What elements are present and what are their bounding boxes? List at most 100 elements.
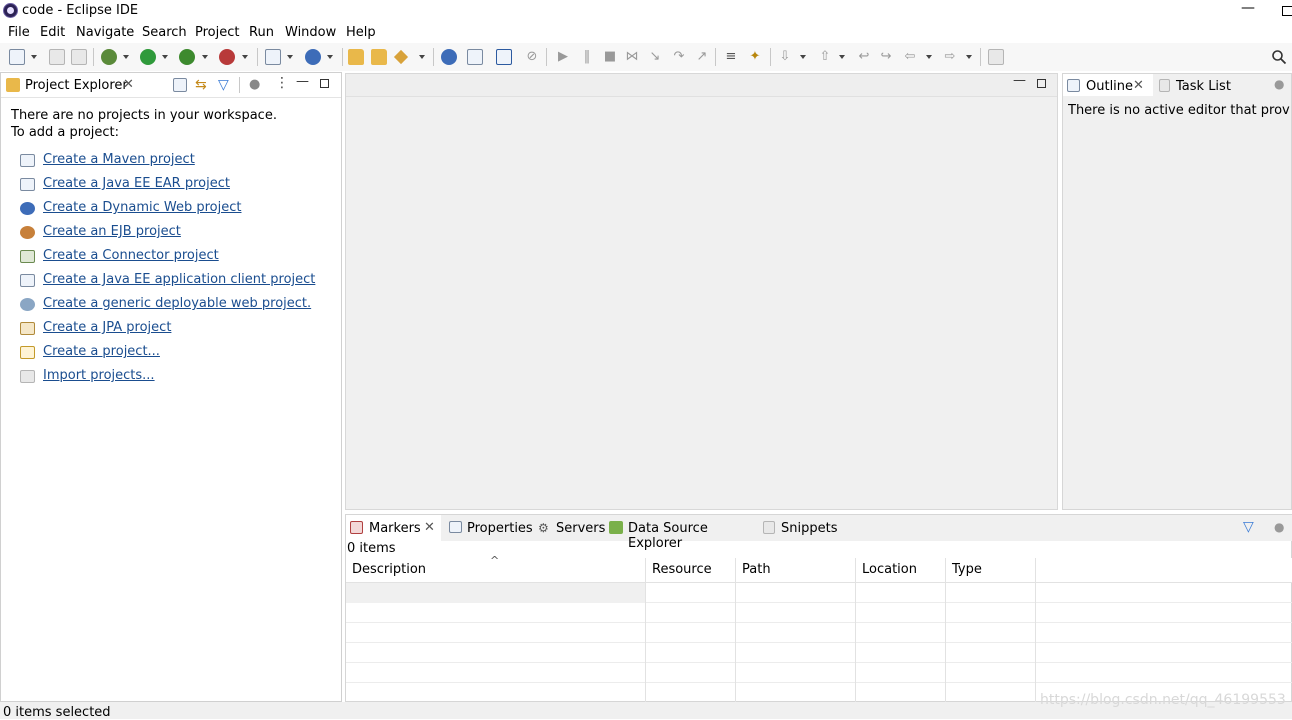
external-tools-icon[interactable] — [219, 49, 235, 65]
forward-icon[interactable]: ⇨ — [942, 49, 958, 65]
next-annotation-dropdown-icon[interactable] — [800, 49, 807, 65]
next-annotation-icon[interactable]: ⇩ — [777, 49, 793, 65]
menu-help[interactable]: Help — [346, 25, 376, 40]
link-label[interactable]: Import projects... — [43, 368, 155, 383]
skip-breakpoints-icon[interactable]: ⊘ — [524, 49, 540, 65]
link-label[interactable]: Create a Java EE EAR project — [43, 176, 230, 191]
save-icon[interactable] — [49, 49, 65, 65]
suspend-icon[interactable]: ‖ — [579, 49, 595, 65]
back-icon[interactable]: ⇦ — [902, 49, 918, 65]
menu-file[interactable]: File — [8, 25, 30, 40]
search-icon[interactable] — [1271, 49, 1287, 65]
menu-navigate[interactable]: Navigate — [76, 25, 134, 40]
focus-icon[interactable]: ● — [1274, 520, 1288, 534]
menu-project[interactable]: Project — [195, 25, 239, 40]
menu-run[interactable]: Run — [249, 25, 274, 40]
step-return-icon[interactable]: ↗ — [694, 49, 710, 65]
browser-icon[interactable] — [441, 49, 457, 65]
minimize-button[interactable]: — — [1240, 1, 1256, 18]
minimize-view-icon[interactable]: — — [296, 74, 310, 89]
close-icon[interactable]: ✕ — [123, 77, 134, 92]
coverage-dropdown-icon[interactable] — [202, 49, 209, 65]
pin-editor-icon[interactable] — [988, 49, 1004, 65]
step-over-icon[interactable]: ↷ — [671, 49, 687, 65]
maximize-editor-icon[interactable] — [1037, 79, 1046, 88]
column-header-location[interactable]: Location — [856, 558, 946, 583]
filter-icon[interactable]: ▽ — [1243, 519, 1257, 535]
new-server-dropdown-icon[interactable] — [287, 49, 294, 65]
toggle-annotation-icon[interactable]: ✦ — [747, 49, 763, 65]
last-edit-icon[interactable]: ↩ — [856, 49, 872, 65]
run-icon[interactable] — [140, 49, 156, 65]
pencil-dropdown-icon[interactable] — [419, 49, 426, 65]
run-dropdown-icon[interactable] — [162, 49, 169, 65]
console-icon[interactable] — [496, 49, 512, 65]
debug-dropdown-icon[interactable] — [123, 49, 130, 65]
terminate-icon[interactable]: ■ — [602, 49, 618, 65]
external-tools-dropdown-icon[interactable] — [242, 49, 249, 65]
link-label[interactable]: Create a Maven project — [43, 152, 195, 167]
resume-icon[interactable]: ▶ — [555, 49, 571, 65]
column-header-path[interactable]: Path — [736, 558, 856, 583]
column-header-type[interactable]: Type — [946, 558, 1036, 583]
search-file-icon[interactable] — [467, 49, 483, 65]
link-with-editor-icon[interactable]: ⇆ — [195, 77, 209, 93]
tab-markers[interactable]: Markers ✕ — [346, 515, 441, 541]
tab-task-list[interactable]: Task List — [1155, 74, 1265, 96]
coverage-icon[interactable] — [179, 49, 195, 65]
close-icon[interactable]: ✕ — [1133, 78, 1144, 93]
tab-outline[interactable]: Outline ✕ — [1063, 74, 1153, 96]
word-wrap-icon[interactable]: ≡ — [723, 49, 739, 65]
collapse-all-icon[interactable] — [173, 78, 187, 92]
table-cell — [646, 623, 736, 643]
new-server-icon[interactable] — [265, 49, 281, 65]
link-label[interactable]: Create an EJB project — [43, 224, 181, 239]
menu-window[interactable]: Window — [285, 25, 336, 40]
maximize-button[interactable] — [1282, 6, 1292, 16]
tab-data-source-explorer[interactable]: Data Source Explorer — [609, 515, 757, 551]
new-icon[interactable] — [9, 49, 25, 65]
new-dropdown-icon[interactable] — [31, 49, 38, 65]
debug-icon[interactable] — [101, 49, 117, 65]
focus-icon[interactable]: ● — [249, 77, 263, 92]
pencil-icon[interactable] — [393, 49, 409, 65]
outline-message: There is no active editor that provides … — [1068, 103, 1290, 118]
open-folder-icon[interactable] — [371, 49, 387, 65]
back-dropdown-icon[interactable] — [926, 49, 933, 65]
web-service-icon[interactable] — [305, 49, 321, 65]
tab-project-explorer[interactable]: Project Explorer ✕ — [1, 73, 144, 97]
disconnect-icon[interactable]: ⋈ — [624, 49, 640, 65]
web-service-dropdown-icon[interactable] — [327, 49, 334, 65]
menu-edit[interactable]: Edit — [40, 25, 65, 40]
column-header-resource[interactable]: Resource — [646, 558, 736, 583]
table-cell — [946, 643, 1036, 663]
tab-properties[interactable]: Properties — [449, 515, 533, 541]
view-menu-icon[interactable]: ⋮ — [275, 76, 289, 90]
link-label[interactable]: Create a Connector project — [43, 248, 219, 263]
filter-icon[interactable]: ▽ — [218, 77, 232, 93]
column-header-description[interactable]: Description ^ — [346, 554, 646, 583]
menu-search[interactable]: Search — [142, 25, 187, 40]
tab-snippets[interactable]: Snippets — [763, 515, 837, 541]
link-label[interactable]: Create a Java EE application client proj… — [43, 272, 315, 287]
link-label[interactable]: Create a Dynamic Web project — [43, 200, 242, 215]
save-all-icon[interactable] — [71, 49, 87, 65]
link-label[interactable]: Create a generic deployable web project. — [43, 296, 311, 311]
minimize-editor-icon[interactable]: — — [1013, 73, 1027, 88]
table-cell — [856, 603, 946, 623]
link-label[interactable]: Create a project... — [43, 344, 160, 359]
close-icon[interactable]: ✕ — [424, 520, 435, 535]
link-label[interactable]: Create a JPA project — [43, 320, 171, 335]
previous-annotation-icon[interactable]: ⇧ — [817, 49, 833, 65]
table-cell — [736, 643, 856, 663]
toolbar-separator — [980, 48, 981, 66]
forward-edit-icon[interactable]: ↪ — [878, 49, 894, 65]
table-cell — [946, 583, 1036, 603]
tab-servers[interactable]: ⚙ Servers — [538, 515, 605, 541]
step-into-icon[interactable]: ↘ — [647, 49, 663, 65]
forward-dropdown-icon[interactable] — [966, 49, 973, 65]
previous-annotation-dropdown-icon[interactable] — [839, 49, 846, 65]
maximize-view-icon[interactable] — [320, 79, 329, 88]
focus-icon[interactable]: ● — [1274, 77, 1288, 91]
open-type-icon[interactable] — [348, 49, 364, 65]
